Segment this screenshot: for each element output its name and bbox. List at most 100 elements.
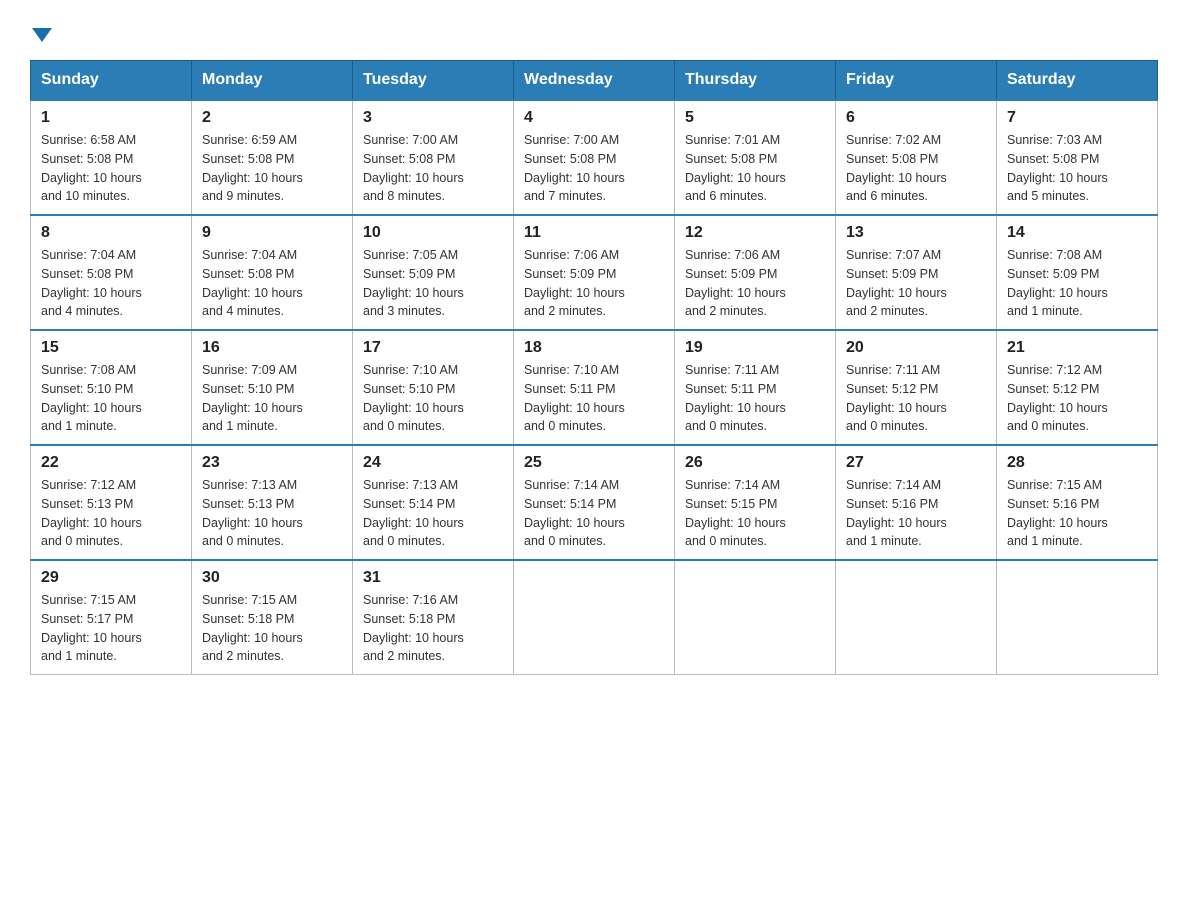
day-number: 10 xyxy=(363,224,503,242)
weekday-header-row: SundayMondayTuesdayWednesdayThursdayFrid… xyxy=(31,61,1158,101)
weekday-header-monday: Monday xyxy=(192,61,353,101)
day-info: Sunrise: 7:09 AMSunset: 5:10 PMDaylight:… xyxy=(202,361,342,436)
calendar-cell xyxy=(675,560,836,675)
calendar-cell: 30Sunrise: 7:15 AMSunset: 5:18 PMDayligh… xyxy=(192,560,353,675)
week-row-4: 22 Sunrise: 7:12 AMSunset: 5:13 PMDayligh… xyxy=(31,445,1158,560)
calendar-cell: 16 Sunrise: 7:09 AMSunset: 5:10 PMDayligh… xyxy=(192,330,353,445)
calendar-cell xyxy=(836,560,997,675)
day-number: 3 xyxy=(363,109,503,127)
day-number: 18 xyxy=(524,339,664,357)
day-info: Sunrise: 7:15 AMSunset: 5:16 PMDaylight:… xyxy=(1007,476,1147,551)
day-info: Sunrise: 7:14 AMSunset: 5:15 PMDaylight:… xyxy=(685,476,825,551)
calendar-header: SundayMondayTuesdayWednesdayThursdayFrid… xyxy=(31,61,1158,101)
calendar-cell: 6 Sunrise: 7:02 AMSunset: 5:08 PMDaylight… xyxy=(836,100,997,215)
weekday-header-thursday: Thursday xyxy=(675,61,836,101)
day-info: Sunrise: 7:15 AMSunset: 5:18 PMDaylight:… xyxy=(202,591,342,666)
day-info: Sunrise: 7:04 AMSunset: 5:08 PMDaylight:… xyxy=(41,246,181,321)
day-info: Sunrise: 6:58 AMSunset: 5:08 PMDaylight:… xyxy=(41,131,181,206)
day-info: Sunrise: 7:06 AMSunset: 5:09 PMDaylight:… xyxy=(685,246,825,321)
calendar-cell xyxy=(997,560,1158,675)
calendar-body: 1Sunrise: 6:58 AMSunset: 5:08 PMDaylight… xyxy=(31,100,1158,675)
calendar-cell: 10 Sunrise: 7:05 AMSunset: 5:09 PMDayligh… xyxy=(353,215,514,330)
calendar-cell: 20 Sunrise: 7:11 AMSunset: 5:12 PMDayligh… xyxy=(836,330,997,445)
day-number: 2 xyxy=(202,109,342,127)
day-info: Sunrise: 7:00 AMSunset: 5:08 PMDaylight:… xyxy=(363,131,503,206)
day-number: 19 xyxy=(685,339,825,357)
day-number: 23 xyxy=(202,454,342,472)
calendar-cell: 28Sunrise: 7:15 AMSunset: 5:16 PMDayligh… xyxy=(997,445,1158,560)
day-number: 20 xyxy=(846,339,986,357)
week-row-1: 1Sunrise: 6:58 AMSunset: 5:08 PMDaylight… xyxy=(31,100,1158,215)
day-number: 29 xyxy=(41,569,181,587)
day-number: 21 xyxy=(1007,339,1147,357)
day-number: 7 xyxy=(1007,109,1147,127)
calendar-cell: 27 Sunrise: 7:14 AMSunset: 5:16 PMDayligh… xyxy=(836,445,997,560)
day-number: 6 xyxy=(846,109,986,127)
day-info: Sunrise: 7:05 AMSunset: 5:09 PMDaylight:… xyxy=(363,246,503,321)
day-info: Sunrise: 7:14 AMSunset: 5:16 PMDaylight:… xyxy=(846,476,986,551)
day-info: Sunrise: 7:08 AMSunset: 5:09 PMDaylight:… xyxy=(1007,246,1147,321)
day-info: Sunrise: 7:12 AMSunset: 5:12 PMDaylight:… xyxy=(1007,361,1147,436)
calendar-cell: 1Sunrise: 6:58 AMSunset: 5:08 PMDaylight… xyxy=(31,100,192,215)
calendar-cell: 8Sunrise: 7:04 AMSunset: 5:08 PMDaylight… xyxy=(31,215,192,330)
calendar-cell: 3 Sunrise: 7:00 AMSunset: 5:08 PMDaylight… xyxy=(353,100,514,215)
day-info: Sunrise: 7:16 AMSunset: 5:18 PMDaylight:… xyxy=(363,591,503,666)
day-number: 16 xyxy=(202,339,342,357)
day-info: Sunrise: 7:08 AMSunset: 5:10 PMDaylight:… xyxy=(41,361,181,436)
day-number: 25 xyxy=(524,454,664,472)
day-number: 26 xyxy=(685,454,825,472)
day-info: Sunrise: 7:06 AMSunset: 5:09 PMDaylight:… xyxy=(524,246,664,321)
day-info: Sunrise: 7:04 AMSunset: 5:08 PMDaylight:… xyxy=(202,246,342,321)
day-number: 9 xyxy=(202,224,342,242)
day-info: Sunrise: 6:59 AMSunset: 5:08 PMDaylight:… xyxy=(202,131,342,206)
calendar-cell: 11 Sunrise: 7:06 AMSunset: 5:09 PMDayligh… xyxy=(514,215,675,330)
calendar-cell: 23 Sunrise: 7:13 AMSunset: 5:13 PMDayligh… xyxy=(192,445,353,560)
day-number: 13 xyxy=(846,224,986,242)
calendar-cell: 9 Sunrise: 7:04 AMSunset: 5:08 PMDaylight… xyxy=(192,215,353,330)
weekday-header-tuesday: Tuesday xyxy=(353,61,514,101)
calendar-cell: 7 Sunrise: 7:03 AMSunset: 5:08 PMDaylight… xyxy=(997,100,1158,215)
day-number: 27 xyxy=(846,454,986,472)
day-number: 5 xyxy=(685,109,825,127)
day-info: Sunrise: 7:01 AMSunset: 5:08 PMDaylight:… xyxy=(685,131,825,206)
day-info: Sunrise: 7:14 AMSunset: 5:14 PMDaylight:… xyxy=(524,476,664,551)
day-info: Sunrise: 7:12 AMSunset: 5:13 PMDaylight:… xyxy=(41,476,181,551)
calendar-cell: 31 Sunrise: 7:16 AMSunset: 5:18 PMDayligh… xyxy=(353,560,514,675)
calendar-cell: 21 Sunrise: 7:12 AMSunset: 5:12 PMDayligh… xyxy=(997,330,1158,445)
calendar-cell: 22 Sunrise: 7:12 AMSunset: 5:13 PMDayligh… xyxy=(31,445,192,560)
calendar-cell: 18 Sunrise: 7:10 AMSunset: 5:11 PMDayligh… xyxy=(514,330,675,445)
weekday-header-friday: Friday xyxy=(836,61,997,101)
day-info: Sunrise: 7:03 AMSunset: 5:08 PMDaylight:… xyxy=(1007,131,1147,206)
calendar-table: SundayMondayTuesdayWednesdayThursdayFrid… xyxy=(30,60,1158,675)
calendar-cell: 19 Sunrise: 7:11 AMSunset: 5:11 PMDayligh… xyxy=(675,330,836,445)
weekday-header-wednesday: Wednesday xyxy=(514,61,675,101)
day-number: 22 xyxy=(41,454,181,472)
day-number: 11 xyxy=(524,224,664,242)
day-number: 24 xyxy=(363,454,503,472)
day-info: Sunrise: 7:11 AMSunset: 5:11 PMDaylight:… xyxy=(685,361,825,436)
logo-arrow-icon xyxy=(32,28,52,42)
day-number: 31 xyxy=(363,569,503,587)
calendar-cell: 14 Sunrise: 7:08 AMSunset: 5:09 PMDayligh… xyxy=(997,215,1158,330)
page-header xyxy=(30,20,1158,42)
calendar-cell: 4Sunrise: 7:00 AMSunset: 5:08 PMDaylight… xyxy=(514,100,675,215)
day-number: 14 xyxy=(1007,224,1147,242)
calendar-cell: 25 Sunrise: 7:14 AMSunset: 5:14 PMDayligh… xyxy=(514,445,675,560)
week-row-5: 29Sunrise: 7:15 AMSunset: 5:17 PMDayligh… xyxy=(31,560,1158,675)
day-number: 12 xyxy=(685,224,825,242)
day-info: Sunrise: 7:10 AMSunset: 5:11 PMDaylight:… xyxy=(524,361,664,436)
calendar-cell: 12 Sunrise: 7:06 AMSunset: 5:09 PMDayligh… xyxy=(675,215,836,330)
calendar-cell: 26 Sunrise: 7:14 AMSunset: 5:15 PMDayligh… xyxy=(675,445,836,560)
week-row-3: 15Sunrise: 7:08 AMSunset: 5:10 PMDayligh… xyxy=(31,330,1158,445)
day-info: Sunrise: 7:00 AMSunset: 5:08 PMDaylight:… xyxy=(524,131,664,206)
calendar-cell: 13 Sunrise: 7:07 AMSunset: 5:09 PMDayligh… xyxy=(836,215,997,330)
calendar-cell: 5 Sunrise: 7:01 AMSunset: 5:08 PMDaylight… xyxy=(675,100,836,215)
day-info: Sunrise: 7:11 AMSunset: 5:12 PMDaylight:… xyxy=(846,361,986,436)
day-info: Sunrise: 7:02 AMSunset: 5:08 PMDaylight:… xyxy=(846,131,986,206)
calendar-cell: 15Sunrise: 7:08 AMSunset: 5:10 PMDayligh… xyxy=(31,330,192,445)
day-info: Sunrise: 7:13 AMSunset: 5:13 PMDaylight:… xyxy=(202,476,342,551)
calendar-cell: 29Sunrise: 7:15 AMSunset: 5:17 PMDayligh… xyxy=(31,560,192,675)
weekday-header-saturday: Saturday xyxy=(997,61,1158,101)
day-info: Sunrise: 7:07 AMSunset: 5:09 PMDaylight:… xyxy=(846,246,986,321)
weekday-header-sunday: Sunday xyxy=(31,61,192,101)
